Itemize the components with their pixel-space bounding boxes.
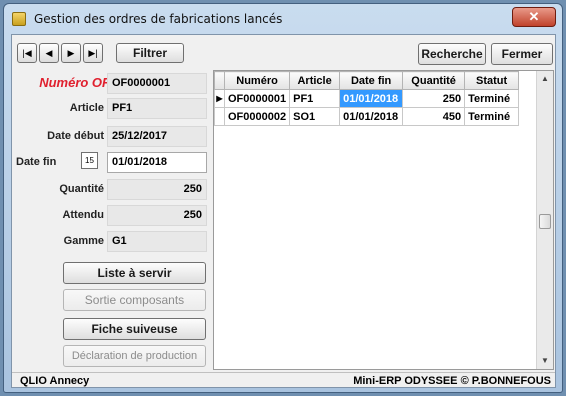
table-header-row: Numéro Article Date fin Quantité Statut bbox=[214, 71, 520, 90]
last-record-button[interactable]: ▶| bbox=[83, 43, 103, 63]
column-header-statut[interactable]: Statut bbox=[464, 71, 520, 90]
filter-button[interactable]: Filtrer bbox=[116, 43, 184, 63]
first-record-button[interactable]: |◀ bbox=[17, 43, 37, 63]
article-label: Article bbox=[69, 102, 104, 114]
sortie-composants-button[interactable]: Sortie composants bbox=[63, 289, 206, 311]
attendu-label: Attendu bbox=[62, 209, 104, 221]
close-window-button[interactable]: ✕ bbox=[512, 7, 556, 27]
table-row[interactable]: ▶ OF0000001 PF1 01/01/2018 250 Terminé bbox=[214, 89, 520, 108]
scroll-up-icon[interactable]: ▲ bbox=[537, 71, 553, 87]
vertical-scrollbar[interactable]: ▲ ▼ bbox=[536, 71, 553, 369]
of-number-label: Numéro OF bbox=[39, 75, 110, 90]
attendu-field[interactable]: 250 bbox=[107, 205, 207, 226]
column-header-date-fin[interactable]: Date fin bbox=[339, 71, 404, 90]
cell-article[interactable]: PF1 bbox=[289, 89, 341, 108]
cell-statut[interactable]: Terminé bbox=[464, 89, 520, 108]
close-button[interactable]: Fermer bbox=[491, 43, 553, 65]
status-bar: QLIO Annecy Mini-ERP ODYSSEE © P.BONNEFO… bbox=[12, 372, 555, 388]
window-title: Gestion des ordres de fabrications lancé… bbox=[34, 12, 283, 26]
title-bar[interactable]: Gestion des ordres de fabrications lancé… bbox=[4, 4, 562, 33]
orders-table: Numéro Article Date fin Quantité Statut … bbox=[214, 71, 520, 126]
of-number-field[interactable]: OF0000001 bbox=[107, 73, 207, 94]
quantite-label: Quantité bbox=[59, 183, 104, 195]
date-debut-label: Date début bbox=[47, 130, 104, 142]
fiche-suiveuse-button[interactable]: Fiche suiveuse bbox=[63, 318, 206, 340]
date-debut-field[interactable]: 25/12/2017 bbox=[107, 126, 207, 147]
status-right-text: Mini-ERP ODYSSEE © P.BONNEFOUS bbox=[353, 375, 551, 387]
quantite-field[interactable]: 250 bbox=[107, 179, 207, 200]
calendar-icon[interactable]: 15 bbox=[81, 152, 98, 169]
app-icon bbox=[12, 12, 26, 26]
article-field[interactable]: PF1 bbox=[107, 98, 207, 119]
cell-quantite[interactable]: 250 bbox=[402, 89, 466, 108]
declaration-production-button[interactable]: Déclaration de production bbox=[63, 345, 206, 367]
date-fin-input[interactable]: 01/01/2018 bbox=[107, 152, 207, 173]
current-row-icon: ▶ bbox=[214, 89, 225, 108]
row-indicator bbox=[214, 107, 225, 126]
column-header-quantite[interactable]: Quantité bbox=[402, 71, 466, 90]
client-area: |◀ ◀ ▶ ▶| Filtrer Recherche Fermer Numér… bbox=[11, 34, 556, 388]
cell-article[interactable]: SO1 bbox=[289, 107, 341, 126]
previous-record-button[interactable]: ◀ bbox=[39, 43, 59, 63]
column-header-article[interactable]: Article bbox=[289, 71, 341, 90]
status-left-text: QLIO Annecy bbox=[20, 375, 90, 387]
date-fin-label: Date fin bbox=[16, 156, 57, 168]
scroll-down-icon[interactable]: ▼ bbox=[537, 353, 553, 369]
cell-numero[interactable]: OF0000002 bbox=[223, 107, 291, 126]
main-window: Gestion des ordres de fabrications lancé… bbox=[3, 3, 563, 393]
search-button[interactable]: Recherche bbox=[418, 43, 486, 65]
gamme-field[interactable]: G1 bbox=[107, 231, 207, 252]
column-header-numero[interactable]: Numéro bbox=[223, 71, 291, 90]
cell-numero[interactable]: OF0000001 bbox=[223, 89, 291, 108]
cell-date-fin[interactable]: 01/01/2018 bbox=[339, 107, 404, 126]
cell-quantite[interactable]: 450 bbox=[402, 107, 466, 126]
table-row[interactable]: OF0000002 SO1 01/01/2018 450 Terminé bbox=[214, 107, 520, 126]
liste-a-servir-button[interactable]: Liste à servir bbox=[63, 262, 206, 284]
cell-date-fin[interactable]: 01/01/2018 bbox=[339, 89, 404, 108]
scroll-thumb[interactable] bbox=[539, 214, 551, 229]
cell-statut[interactable]: Terminé bbox=[464, 107, 520, 126]
next-record-button[interactable]: ▶ bbox=[61, 43, 81, 63]
indicator-column-header bbox=[214, 71, 225, 90]
gamme-label: Gamme bbox=[63, 235, 104, 247]
orders-grid[interactable]: Numéro Article Date fin Quantité Statut … bbox=[213, 70, 554, 370]
